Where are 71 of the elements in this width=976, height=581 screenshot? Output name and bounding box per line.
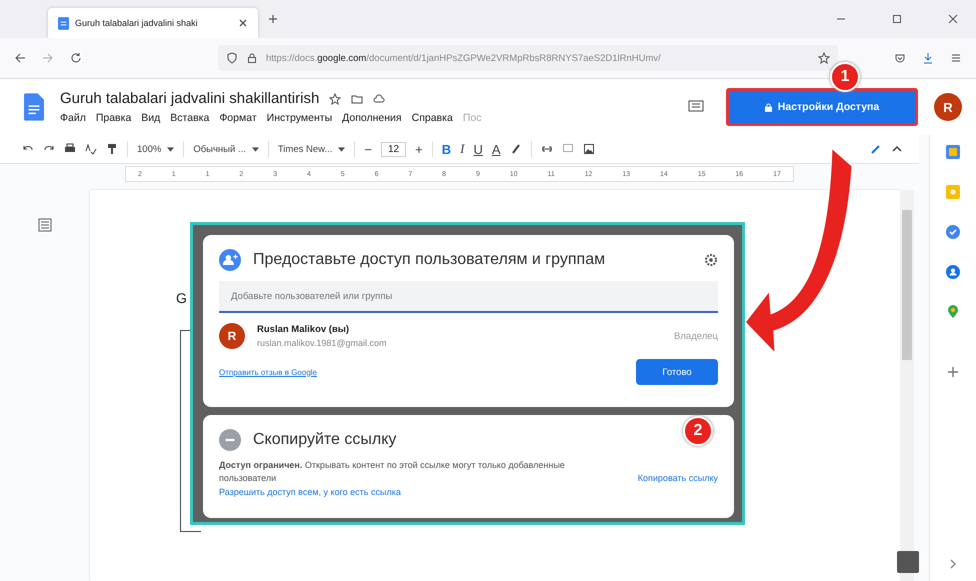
- done-button[interactable]: Готово: [636, 359, 718, 385]
- person-icon[interactable]: [946, 265, 960, 279]
- lock-icon: [764, 102, 772, 112]
- font-size-field[interactable]: 12: [381, 142, 406, 156]
- change-access-link[interactable]: Разрешить доступ всем, у кого есть ссылка: [219, 487, 599, 498]
- add-person-icon: [219, 249, 241, 271]
- menu-item[interactable]: Вид: [141, 112, 160, 124]
- outline-icon[interactable]: [38, 218, 52, 232]
- spellcheck-icon[interactable]: [85, 143, 97, 155]
- font-dropdown[interactable]: Times New...: [278, 144, 346, 154]
- paint-format-icon[interactable]: [106, 143, 118, 155]
- document-text: G: [176, 290, 187, 306]
- caret-icon: [338, 146, 346, 152]
- menu-item[interactable]: Дополнения: [342, 112, 402, 124]
- print-icon[interactable]: [64, 143, 76, 155]
- zoom-dropdown[interactable]: 100%: [137, 144, 174, 154]
- menu-item[interactable]: Вставка: [170, 112, 210, 124]
- menu-item[interactable]: Файл: [60, 112, 86, 124]
- cloud-icon[interactable]: [373, 92, 386, 104]
- access-description: Доступ ограничен. Открывать контент по этой ссылке могут только добавленные пользователи: [219, 459, 566, 484]
- pocket-icon[interactable]: [894, 52, 906, 64]
- underline-button[interactable]: U: [473, 142, 483, 156]
- document-title[interactable]: Guruh talabalari jadvalini shakillantirish: [60, 90, 320, 107]
- user-avatar[interactable]: R: [934, 93, 962, 121]
- map-pin-icon[interactable]: [946, 305, 960, 319]
- address-field[interactable]: https://docs.google.com/document/d/1janHPsZGPWe2VRMpRbsR8RNYS7aeS2D1lRnHUmv/: [218, 45, 838, 71]
- close-icon[interactable]: [948, 14, 958, 24]
- scrollbar[interactable]: [900, 190, 914, 581]
- new-tab-icon[interactable]: [268, 14, 278, 24]
- back-arrow-icon[interactable]: [14, 52, 26, 64]
- menu-item[interactable]: Формат: [219, 112, 257, 124]
- download-icon[interactable]: [922, 52, 934, 64]
- copy-link-button[interactable]: Копировать ссылку: [638, 473, 718, 484]
- pen-icon[interactable]: [870, 143, 882, 155]
- close-icon[interactable]: [238, 18, 248, 28]
- maximize-icon[interactable]: [892, 14, 902, 24]
- shield-icon: [226, 52, 238, 64]
- increase-size-button[interactable]: +: [415, 142, 423, 156]
- settings-icon[interactable]: [704, 253, 718, 267]
- dialog-title: Предоставьте доступ пользователям и группам: [253, 251, 606, 269]
- menu-item[interactable]: Правка: [96, 112, 132, 124]
- italic-button[interactable]: I: [460, 141, 464, 157]
- add-people-field[interactable]: Добавьте пользователей или группы: [219, 281, 718, 313]
- user-avatar: R: [219, 323, 245, 349]
- star-icon[interactable]: [818, 52, 830, 64]
- image-icon[interactable]: [582, 143, 595, 155]
- menu-item[interactable]: Справка: [412, 112, 453, 124]
- feedback-link[interactable]: Отправить отзыв в Google: [219, 368, 317, 376]
- user-name: Ruslan Malikov (вы): [257, 324, 350, 335]
- user-email: ruslan.malikov.1981@gmail.com: [257, 338, 387, 348]
- dialog-title: Скопируйте ссылку: [253, 431, 396, 449]
- menu-item[interactable]: Инструменты: [266, 112, 332, 124]
- folder-icon[interactable]: [351, 92, 364, 104]
- caret-icon: [252, 146, 259, 152]
- add-icon[interactable]: [946, 365, 960, 379]
- decrease-size-button[interactable]: −: [364, 142, 372, 156]
- bold-button[interactable]: B: [442, 142, 452, 156]
- docs-logo-icon[interactable]: [24, 93, 44, 121]
- checkmark-icon[interactable]: [946, 225, 960, 239]
- user-role: Владелец: [674, 330, 718, 342]
- caret-icon: [167, 146, 174, 152]
- document-icon: [58, 16, 69, 30]
- style-dropdown[interactable]: Обычный ...: [193, 144, 259, 154]
- reload-icon[interactable]: [70, 52, 82, 64]
- star-icon[interactable]: [329, 92, 342, 104]
- browser-tab[interactable]: Guruh talabalari jadvalini shaki: [48, 8, 258, 38]
- lock-icon: [246, 52, 258, 64]
- text-color-button[interactable]: A: [492, 142, 501, 156]
- share-button[interactable]: Настройки Доступа: [726, 88, 918, 126]
- highlighter-icon[interactable]: [510, 143, 522, 155]
- menu-icon[interactable]: [950, 52, 962, 64]
